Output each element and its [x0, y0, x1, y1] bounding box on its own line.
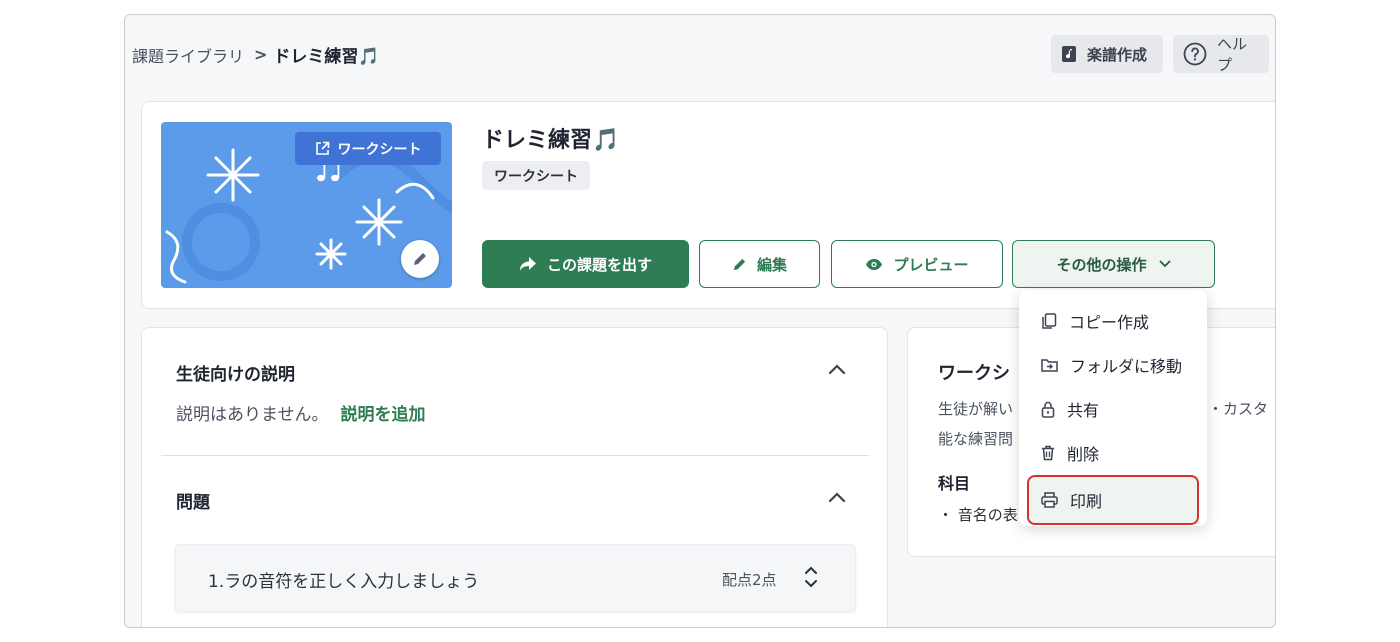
student-description-title: 生徒向けの説明	[176, 365, 295, 385]
description-empty-text: 説明はありません。	[176, 405, 329, 425]
menu-item-copy-label: コピー作成	[1069, 313, 1150, 332]
menu-item-share-label: 共有	[1067, 401, 1100, 420]
breadcrumb: 課題ライブラリ > ドレミ練習🎵	[132, 42, 380, 67]
preview-button[interactable]: プレビュー	[831, 240, 1003, 288]
add-description-link[interactable]: 説明を追加	[341, 400, 426, 425]
subject-label: 科目	[938, 474, 971, 493]
collapse-questions-toggle[interactable]	[828, 492, 846, 503]
edit-button-label: 編集	[756, 255, 787, 274]
question-row[interactable]: 1.ラの音符を正しく入力しましょう 配点2点	[175, 544, 856, 612]
printer-icon	[1041, 492, 1058, 508]
menu-item-delete[interactable]: 削除	[1027, 433, 1199, 473]
copy-icon	[1041, 312, 1057, 330]
breadcrumb-library-link[interactable]: 課題ライブラリ	[132, 43, 244, 67]
app-window: 課題ライブラリ > ドレミ練習🎵 楽譜作成 ヘルプ ワークシート ドレミ練習🎵 …	[124, 14, 1276, 628]
menu-item-share[interactable]: 共有	[1027, 389, 1199, 429]
menu-item-print-label: 印刷	[1070, 492, 1103, 511]
help-button[interactable]: ヘルプ	[1173, 35, 1269, 74]
worksheet-badge-label: ワークシート	[337, 141, 422, 158]
menu-item-copy[interactable]: コピー作成	[1027, 301, 1199, 341]
preview-button-label: プレビュー	[893, 255, 969, 274]
assignment-type-badge: ワークシート	[482, 161, 590, 190]
eye-icon	[865, 258, 883, 271]
more-actions-menu: コピー作成 フォルダに移動 共有 削除 印刷	[1019, 290, 1207, 526]
music-sheet-icon	[1061, 45, 1077, 63]
question-text: 1.ラの音符を正しく入力しましょう	[208, 572, 480, 592]
breadcrumb-separator: >	[254, 45, 268, 64]
share-arrow-icon	[519, 256, 537, 272]
more-actions-button[interactable]: その他の操作	[1012, 240, 1215, 288]
more-actions-label: その他の操作	[1056, 255, 1147, 274]
edit-button[interactable]: 編集	[699, 240, 820, 288]
assignment-summary-card: ワークシート ドレミ練習🎵 ワークシート この課題を出す 編集 プレビュー その…	[141, 101, 1275, 309]
worksheet-info-line2: 能な練習問	[938, 430, 1014, 448]
assignment-thumbnail: ワークシート	[161, 122, 452, 288]
assign-button-label: この課題を出す	[546, 255, 652, 274]
menu-item-move-folder-label: フォルダに移動	[1070, 357, 1183, 376]
external-link-icon	[315, 141, 330, 156]
chevron-up-icon	[828, 492, 846, 503]
chevron-down-icon	[1159, 260, 1171, 268]
help-label: ヘルプ	[1217, 35, 1248, 74]
menu-item-delete-label: 削除	[1067, 445, 1100, 464]
question-sort-handle[interactable]	[804, 565, 818, 589]
worksheet-info-title: ワークシ	[938, 363, 1010, 384]
description-panel: 生徒向けの説明 説明はありません。 説明を追加 問題 1.ラの音符を正しく入力し…	[141, 327, 888, 627]
pencil-icon	[732, 257, 747, 272]
thumbnail-edit-button[interactable]	[401, 240, 439, 278]
breadcrumb-current: ドレミ練習🎵	[273, 47, 380, 67]
trash-icon	[1041, 445, 1055, 461]
assignment-title: ドレミ練習🎵	[482, 128, 620, 153]
folder-move-icon	[1041, 358, 1058, 372]
menu-item-print[interactable]: 印刷	[1027, 475, 1199, 525]
question-score: 配点2点	[722, 571, 777, 589]
menu-item-move-folder[interactable]: フォルダに移動	[1027, 345, 1199, 385]
help-icon	[1183, 42, 1207, 66]
worksheet-info-line1-right: ・カスタ	[1208, 400, 1269, 418]
assign-button[interactable]: この課題を出す	[482, 240, 689, 288]
score-create-label: 楽譜作成	[1087, 45, 1148, 64]
chevron-up-icon	[828, 364, 846, 375]
section-divider	[161, 455, 869, 456]
questions-title: 問題	[176, 493, 210, 513]
sort-updown-icon	[804, 565, 818, 589]
collapse-description-toggle[interactable]	[828, 364, 846, 375]
lock-icon	[1041, 401, 1055, 418]
description-empty-row: 説明はありません。 説明を追加	[176, 400, 426, 425]
worksheet-info-line1-left: 生徒が解い	[938, 400, 1014, 418]
subject-item: ・ 音名の表	[938, 506, 1018, 524]
score-create-button[interactable]: 楽譜作成	[1051, 35, 1163, 73]
pencil-icon	[412, 251, 428, 267]
worksheet-open-badge[interactable]: ワークシート	[295, 132, 441, 165]
